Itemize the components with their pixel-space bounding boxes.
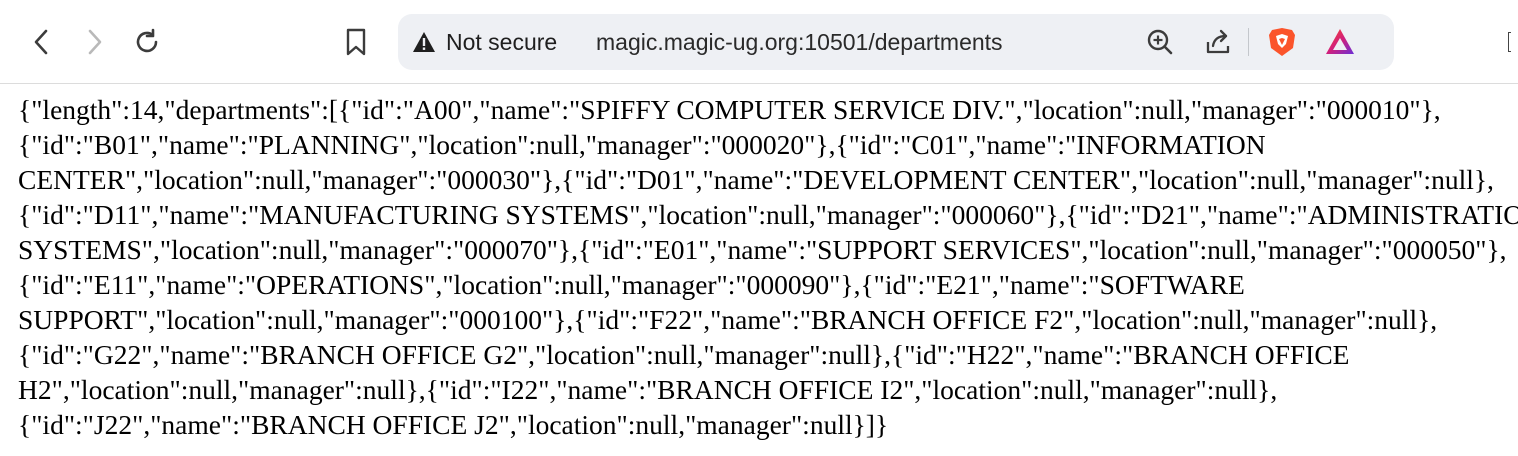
json-response-body: {"length":14,"departments":[{"id":"A00",…	[18, 92, 1518, 442]
json-line: {"id":"E11","name":"OPERATIONS","locatio…	[18, 269, 1245, 300]
json-line: {"id":"D11","name":"MANUFACTURING SYSTEM…	[18, 199, 1518, 230]
reload-icon	[136, 28, 158, 53]
back-button[interactable]	[22, 22, 62, 62]
json-line: CENTER","location":null,"manager":"00003…	[18, 164, 1494, 195]
forward-icon	[88, 29, 102, 55]
json-line: {"length":14,"departments":[{"id":"A00",…	[18, 94, 1441, 125]
security-indicator[interactable]: Not secure	[412, 28, 557, 56]
menu-edge[interactable]	[1508, 32, 1511, 52]
reload-button[interactable]	[127, 22, 167, 62]
brave-rewards-icon	[1326, 29, 1354, 54]
warning-icon	[413, 32, 435, 52]
zoom-icon	[1147, 29, 1173, 55]
share-icon	[1206, 29, 1230, 54]
bookmark-button[interactable]	[336, 22, 376, 62]
json-line: {"id":"B01","name":"PLANNING","location"…	[18, 129, 1266, 160]
url-text[interactable]: magic.magic-ug.org:10501/departments	[596, 28, 1003, 56]
zoom-button[interactable]	[1142, 24, 1178, 60]
share-button[interactable]	[1200, 24, 1236, 60]
brave-rewards-button[interactable]	[1322, 24, 1358, 60]
json-line: SYSTEMS","location":null,"manager":"0000…	[18, 234, 1507, 265]
json-line: SUPPORT","location":null,"manager":"0001…	[18, 304, 1438, 335]
browser-toolbar: Not secure magic.magic-ug.org:10501/depa…	[0, 0, 1518, 84]
security-label: Not secure	[446, 28, 558, 55]
back-icon	[34, 29, 48, 55]
address-bar[interactable]: Not secure magic.magic-ug.org:10501/depa…	[398, 14, 1394, 70]
json-line: {"id":"J22","name":"BRANCH OFFICE J2","l…	[18, 409, 889, 440]
address-bar-divider	[1248, 28, 1249, 56]
forward-button[interactable]	[74, 22, 114, 62]
bookmark-icon	[346, 28, 366, 56]
brave-shields-icon	[1269, 28, 1295, 56]
json-line: H2","location":null,"manager":null},{"id…	[18, 374, 1278, 405]
brave-shields-button[interactable]	[1264, 24, 1300, 60]
json-line: {"id":"G22","name":"BRANCH OFFICE G2","l…	[18, 339, 1350, 370]
